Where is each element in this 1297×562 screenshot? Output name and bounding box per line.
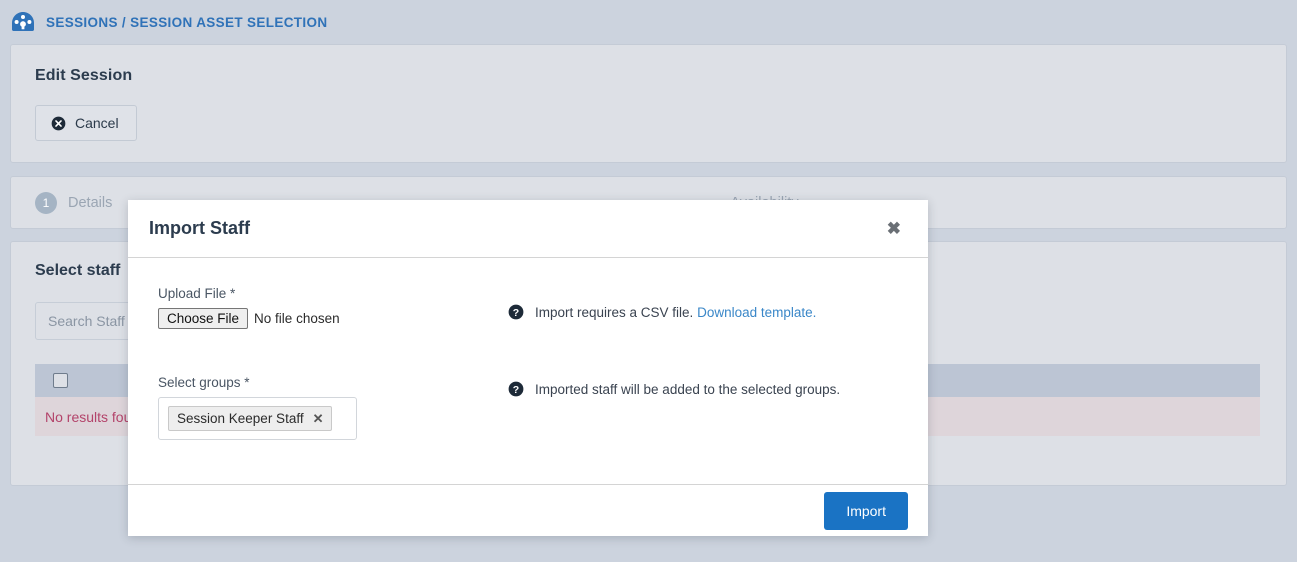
import-button[interactable]: Import — [824, 491, 908, 530]
modal-body: Upload File * Choose File No file chosen… — [128, 258, 928, 484]
tab-details-number: 1 — [35, 191, 57, 214]
select-groups-hint-text: Imported staff will be added to the sele… — [535, 382, 841, 397]
choose-file-button[interactable]: Choose File — [158, 308, 249, 329]
upload-file-field: Upload File * Choose File No file chosen — [158, 286, 478, 329]
select-all-checkbox[interactable] — [53, 373, 68, 388]
breadcrumb: SESSIONS / SESSION ASSET SELECTION — [0, 0, 1297, 44]
upload-file-hint: ? Import requires a CSV file. Download t… — [508, 286, 816, 322]
dashboard-gauge-icon — [12, 12, 34, 31]
modal-footer: Import — [128, 484, 928, 536]
upload-file-hint-text: Import requires a CSV file. Download tem… — [535, 304, 816, 322]
cancel-button[interactable]: Cancel — [35, 105, 137, 141]
import-staff-modal: Import Staff ✖ Upload File * Choose File… — [128, 200, 928, 536]
select-groups-row: Select groups * Session Keeper Staff ✕ ?… — [158, 375, 898, 440]
breadcrumb-label[interactable]: SESSIONS / SESSION ASSET SELECTION — [46, 15, 327, 30]
page-title: Edit Session — [35, 67, 133, 84]
select-groups-hint: ? Imported staff will be added to the se… — [508, 375, 840, 399]
group-token-label: Session Keeper Staff — [177, 410, 304, 426]
edit-session-panel: Edit Session Cancel — [10, 44, 1287, 163]
help-question-circle-icon: ? — [508, 304, 524, 320]
file-input-control[interactable]: Choose File No file chosen — [158, 308, 478, 329]
modal-title: Import Staff — [149, 218, 250, 238]
file-status-text: No file chosen — [254, 311, 340, 326]
upload-file-label: Upload File * — [158, 286, 236, 301]
tab-details[interactable]: 1 Details — [19, 177, 128, 228]
close-icon[interactable]: ✖ — [881, 216, 907, 241]
help-question-circle-icon: ? — [508, 381, 524, 397]
svg-text:?: ? — [513, 384, 519, 396]
group-token[interactable]: Session Keeper Staff ✕ — [168, 406, 332, 431]
download-template-link[interactable]: Download template. — [697, 305, 816, 320]
hint-text-part: Import requires a CSV file. — [535, 305, 694, 320]
cancel-button-label: Cancel — [75, 115, 119, 131]
select-groups-label: Select groups * — [158, 375, 250, 390]
cancel-circle-x-icon — [51, 116, 66, 130]
remove-token-icon[interactable]: ✕ — [313, 412, 324, 425]
upload-file-row: Upload File * Choose File No file chosen… — [158, 286, 898, 329]
select-groups-field: Select groups * Session Keeper Staff ✕ — [158, 375, 478, 440]
tab-details-label: Details — [68, 194, 113, 211]
svg-text:?: ? — [513, 307, 519, 319]
modal-header: Import Staff ✖ — [128, 200, 928, 258]
select-groups-input[interactable]: Session Keeper Staff ✕ — [158, 397, 357, 440]
